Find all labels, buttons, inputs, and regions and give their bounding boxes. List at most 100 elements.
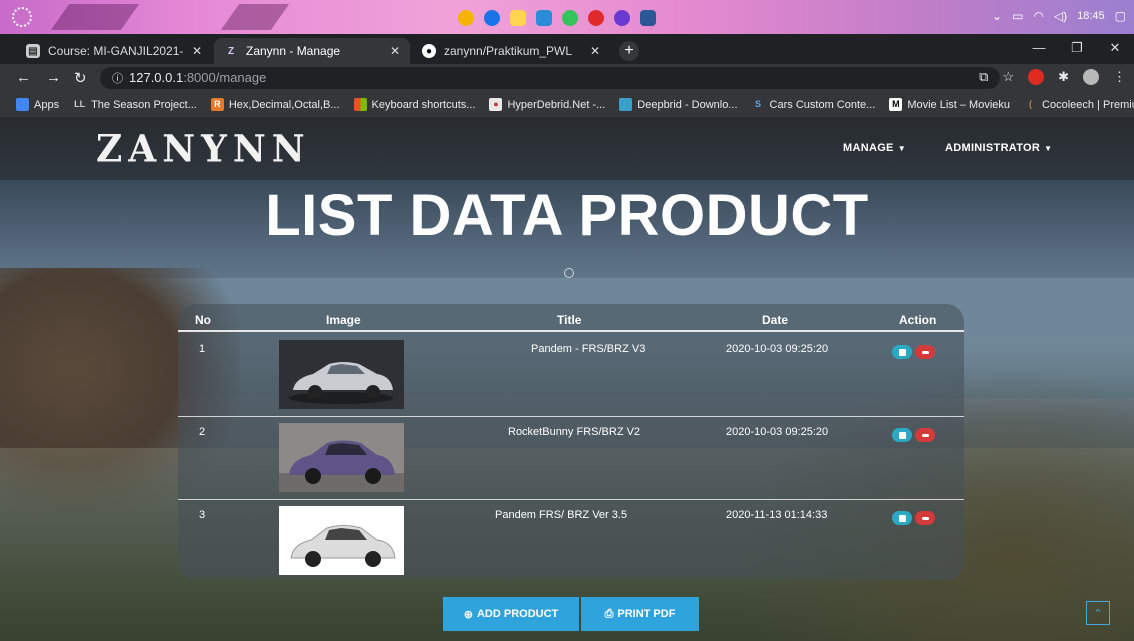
forward-icon[interactable]: → bbox=[46, 69, 61, 86]
delete-icon bbox=[921, 350, 929, 354]
caret-down-icon: ▼ bbox=[1044, 144, 1053, 153]
column-header-title: Title bbox=[557, 313, 582, 327]
bookmark-hyperdebrid[interactable]: ● HyperDebrid.Net -... bbox=[489, 98, 605, 111]
bookmark-apps[interactable]: Apps bbox=[16, 98, 59, 111]
minimize-icon[interactable]: — bbox=[1020, 34, 1058, 62]
table-row: 3 Pandem FRS/ BRZ Ver 3.5 2020-11-13 01:… bbox=[178, 500, 964, 580]
edge-icon[interactable] bbox=[484, 10, 500, 26]
delete-button[interactable] bbox=[915, 511, 935, 525]
bookmark-cars[interactable]: S Cars Custom Conte... bbox=[752, 98, 875, 111]
delete-icon bbox=[921, 433, 929, 437]
tab-label: zanynn/Praktikum_PWL bbox=[444, 44, 573, 58]
whatsapp-icon[interactable] bbox=[562, 10, 578, 26]
clock[interactable]: 18:45 bbox=[1077, 10, 1105, 22]
tab-github[interactable]: ● zanynn/Praktikum_PWL ✕ bbox=[412, 38, 610, 64]
deepbrid-icon bbox=[619, 98, 633, 111]
os-logo-icon[interactable] bbox=[12, 7, 32, 27]
close-icon[interactable]: ✕ bbox=[590, 44, 600, 58]
tab-course[interactable]: ▤ Course: MI-GANJIL2021-2-Pemo ✕ bbox=[16, 38, 212, 64]
edit-button[interactable] bbox=[892, 345, 912, 359]
delete-button[interactable] bbox=[915, 428, 935, 442]
menu-administrator[interactable]: ADMINISTRATOR ▼ bbox=[945, 142, 1052, 154]
hyperdebrid-icon: ● bbox=[489, 98, 503, 111]
scroll-to-top-button[interactable]: ⌃ bbox=[1086, 601, 1110, 625]
site-logo[interactable]: ZANYNN bbox=[96, 127, 311, 171]
product-title: RocketBunny FRS/BRZ V2 bbox=[508, 426, 641, 438]
back-icon[interactable]: ← bbox=[16, 69, 31, 86]
cocoleech-icon: ( bbox=[1029, 99, 1033, 109]
product-title: Pandem - FRS/BRZ V3 bbox=[531, 343, 646, 355]
opera-icon[interactable] bbox=[588, 10, 604, 26]
product-image[interactable] bbox=[279, 423, 404, 492]
add-product-label: ADD PRODUCT bbox=[476, 608, 559, 620]
battery-icon[interactable]: ▭ bbox=[1012, 9, 1023, 23]
reload-icon[interactable]: ↻ bbox=[74, 69, 87, 87]
bookmark-deepbrid[interactable]: Deepbrid - Downlo... bbox=[619, 98, 738, 111]
row-number: 1 bbox=[199, 343, 206, 355]
address-bar[interactable]: ⓘ 127.0.0.1:8000/manage bbox=[100, 67, 1000, 89]
edit-icon bbox=[898, 348, 906, 356]
wifi-icon[interactable]: ◠ bbox=[1033, 9, 1043, 23]
product-image[interactable] bbox=[279, 506, 404, 575]
product-title: Pandem FRS/ BRZ Ver 3.5 bbox=[495, 509, 628, 521]
wallpaper-streak bbox=[50, 4, 140, 30]
site-info-icon[interactable]: ⓘ bbox=[112, 73, 123, 85]
github-icon: ● bbox=[422, 44, 436, 58]
bookmark-label: The Season Project... bbox=[91, 98, 197, 111]
product-date: 2020-10-03 09:25:20 bbox=[726, 343, 829, 355]
microsoft-icon bbox=[353, 98, 367, 111]
delete-button[interactable] bbox=[915, 345, 935, 359]
product-image[interactable] bbox=[279, 340, 404, 409]
menu-kebab-icon[interactable]: ⋮ bbox=[1113, 69, 1126, 85]
column-header-no: No bbox=[195, 313, 211, 327]
bookmark-movieku[interactable]: M Movie List – Movieku bbox=[889, 98, 1010, 111]
notification-icon[interactable]: ▢ bbox=[1115, 9, 1126, 23]
plus-circle-icon: ⊕ bbox=[463, 608, 473, 621]
translate-icon[interactable]: ⧉ bbox=[979, 69, 988, 85]
chrome-icon[interactable] bbox=[458, 10, 474, 26]
app-icon[interactable] bbox=[614, 10, 630, 26]
table-row: 1 Pandem - FRS/BRZ V3 2020-10-03 09:25:2… bbox=[178, 334, 964, 417]
bookmark-hex[interactable]: R Hex,Decimal,Octal,B... bbox=[210, 98, 340, 111]
table-header: No Image Title Date Action bbox=[178, 304, 964, 332]
taskbar-apps bbox=[458, 10, 656, 26]
chevron-up-icon[interactable]: ⌄ bbox=[992, 9, 1002, 23]
bookmark-season-project[interactable]: LL The Season Project... bbox=[73, 98, 197, 111]
volume-icon[interactable]: ◁) bbox=[1054, 9, 1067, 23]
car-thumbnail bbox=[279, 506, 404, 575]
bookmark-cocoleech[interactable]: (Cocoleech | Premiu... bbox=[1024, 98, 1134, 111]
extensions-puzzle-icon[interactable]: ✱ bbox=[1058, 69, 1069, 85]
menu-manage[interactable]: MANAGE ▼ bbox=[843, 142, 906, 154]
file-explorer-icon[interactable] bbox=[510, 10, 526, 26]
bookmark-label: Apps bbox=[34, 98, 60, 111]
bookmark-star-icon[interactable]: ☆ bbox=[1002, 69, 1014, 85]
url-path: :8000/manage bbox=[183, 70, 267, 85]
edit-button[interactable] bbox=[892, 428, 912, 442]
add-product-button[interactable]: ⊕ ADD PRODUCT bbox=[443, 597, 579, 631]
word-icon[interactable] bbox=[640, 10, 656, 26]
apps-grid-icon bbox=[16, 98, 29, 111]
new-tab-button[interactable]: + bbox=[619, 41, 639, 61]
table-row: 2 RocketBunny FRS/BRZ V2 2020-10-03 09:2… bbox=[178, 417, 964, 500]
bookmark-keyboard[interactable]: Keyboard shortcuts... bbox=[353, 98, 475, 111]
print-pdf-button[interactable]: ⎙ PRINT PDF bbox=[581, 597, 699, 631]
caret-down-icon: ▼ bbox=[897, 144, 906, 153]
window-controls: — ❐ ✕ bbox=[1020, 34, 1134, 62]
column-header-action: Action bbox=[899, 313, 937, 327]
vscode-icon[interactable] bbox=[536, 10, 552, 26]
bookmark-label: Movie List – Movieku bbox=[907, 98, 1011, 111]
bookmark-label: HyperDebrid.Net -... bbox=[507, 98, 606, 111]
extension-icon[interactable] bbox=[1028, 69, 1045, 85]
row-actions bbox=[892, 345, 935, 359]
site-header: ZANYNN MANAGE ▼ ADMINISTRATOR ▼ bbox=[0, 118, 1134, 180]
edit-button[interactable] bbox=[892, 511, 912, 525]
avatar[interactable] bbox=[1083, 69, 1099, 85]
car-thumbnail bbox=[279, 340, 404, 409]
close-window-icon[interactable]: ✕ bbox=[1096, 34, 1134, 62]
restore-icon[interactable]: ❐ bbox=[1058, 34, 1096, 62]
edit-icon bbox=[898, 431, 906, 439]
close-icon[interactable]: ✕ bbox=[192, 44, 202, 58]
row-actions bbox=[892, 511, 935, 525]
close-icon[interactable]: ✕ bbox=[390, 44, 400, 58]
tab-manage[interactable]: Z Zanynn - Manage ✕ bbox=[214, 38, 410, 64]
